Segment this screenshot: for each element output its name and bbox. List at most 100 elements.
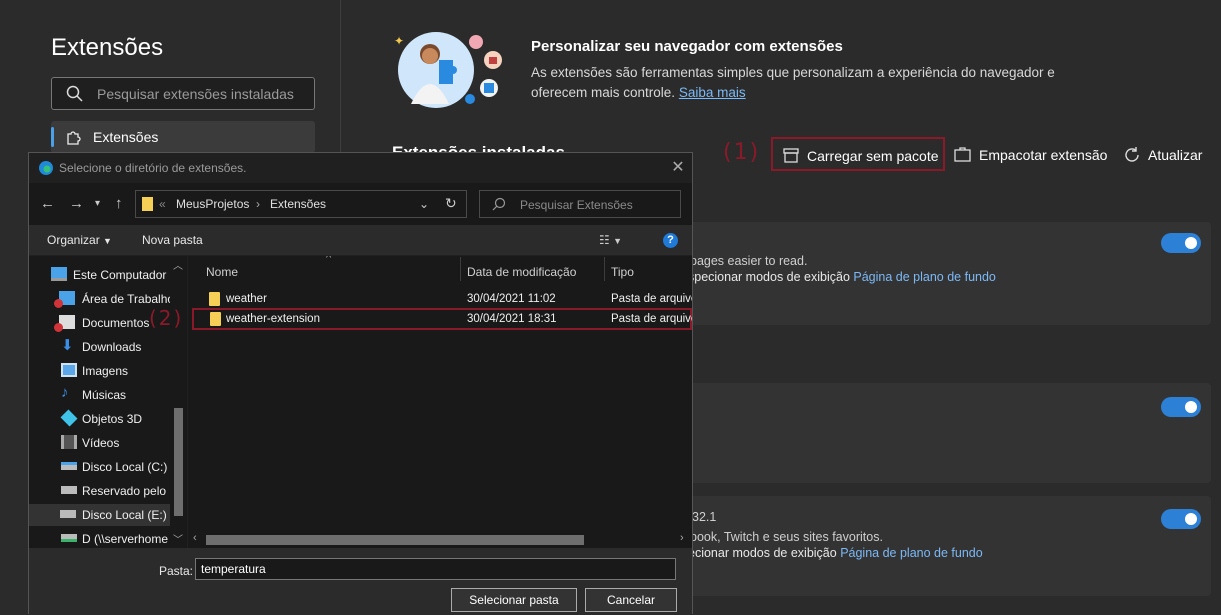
pack-extension-label: Empacotar extensão <box>979 147 1108 163</box>
file-name: weather-extension <box>226 313 320 325</box>
scroll-up-icon[interactable]: ︿ <box>173 257 183 272</box>
scrollbar-thumb[interactable] <box>206 535 584 545</box>
search-placeholder: Pesquisar extensões instaladas <box>97 86 294 102</box>
column-divider[interactable] <box>460 257 461 281</box>
sidebar-item-extensions[interactable]: Extensões <box>51 121 315 153</box>
column-header-name[interactable]: Nome <box>206 265 238 279</box>
background-page-link[interactable]: Página de plano de fundo <box>840 546 983 560</box>
nav-item-label: Vídeos <box>82 436 120 450</box>
view-options-icon[interactable]: ☷ ▼ <box>599 233 622 247</box>
selection-indicator <box>51 127 54 147</box>
navigation-scrollbar[interactable]: ︿ ﹀ <box>170 256 187 548</box>
step-marker-2: (2) <box>149 306 184 330</box>
folder-icon <box>142 197 153 211</box>
column-header-type[interactable]: Tipo <box>611 265 634 279</box>
dialog-titlebar: Selecione o diretório de extensões. ✕ <box>29 153 692 183</box>
nav-item-label: Este Computador <box>73 268 167 282</box>
recent-locations-chevron-icon[interactable]: ▾ <box>95 198 100 209</box>
nav-item-3d-objects[interactable]: Objetos 3D <box>51 408 187 430</box>
learn-more-link[interactable]: Saiba mais <box>679 85 746 100</box>
extension-inspect: ecionar modos de exibição Página de plan… <box>688 546 983 560</box>
nav-item-this-pc[interactable]: Este Computador <box>51 264 187 286</box>
dialog-search-input[interactable]: Pesquisar Extensões <box>479 190 681 218</box>
dialog-navigation-bar: ← → ▾ ↑ « MeusProjetos › Extensões ⌄ ↻ P… <box>29 183 692 225</box>
computer-icon <box>51 267 67 281</box>
new-folder-button[interactable]: Nova pasta <box>142 233 203 247</box>
load-unpacked-button[interactable]: Carregar sem pacote <box>771 137 945 171</box>
file-row[interactable]: weather 30/04/2021 11:02 Pasta de arquiv… <box>193 288 692 310</box>
drive-icon <box>61 462 77 470</box>
background-page-link[interactable]: Página de plano de fundo <box>853 270 996 284</box>
nav-item-drive-e[interactable]: Disco Local (E:) <box>29 504 173 526</box>
sidebar-item-label: Extensões <box>93 129 159 145</box>
file-type: Pasta de arquivo <box>611 293 692 305</box>
address-bar[interactable]: « MeusProjetos › Extensões ⌄ ↻ <box>135 190 467 218</box>
file-list: ^ Nome Data de modificação Tipo weather … <box>188 256 692 548</box>
file-row-highlighted[interactable]: weather-extension 30/04/2021 18:31 Pasta… <box>192 308 692 330</box>
folder-picker-dialog: Selecione o diretório de extensões. ✕ ← … <box>28 152 693 615</box>
nav-item-drive-c[interactable]: Disco Local (C:) <box>51 456 187 478</box>
extension-card: pages easier to read. spe­cionar modos d… <box>680 222 1211 325</box>
select-folder-button[interactable]: Selecionar pasta <box>451 588 577 612</box>
nav-item-music[interactable]: ♪ Músicas <box>51 384 187 406</box>
nav-item-label: Documentos <box>82 316 150 330</box>
dialog-footer: Pasta: temperatura Selecionar pasta Canc… <box>29 548 692 615</box>
dialog-title: Selecione o diretório de extensões. <box>59 161 247 175</box>
pictures-icon <box>61 363 77 377</box>
nav-item-videos[interactable]: Vídeos <box>51 432 187 454</box>
help-icon[interactable]: ? <box>663 233 678 248</box>
refresh-icon[interactable]: ↻ <box>445 195 457 212</box>
file-type: Pasta de arquivo <box>611 313 692 325</box>
scroll-left-icon[interactable]: ‹ <box>193 532 197 544</box>
downloads-icon: ⬇ <box>61 337 74 354</box>
scrollbar-thumb[interactable] <box>174 408 183 516</box>
organize-menu[interactable]: Organizar ▼ <box>47 233 112 247</box>
scroll-down-icon[interactable]: ﹀ <box>173 531 183 546</box>
navigation-pane: Este Computador Área de Trabalho Documen… <box>29 256 187 548</box>
nav-item-network-drive[interactable]: D (\\serverhome <box>51 528 187 548</box>
page-description: As extensões são ferramentas simples que… <box>531 63 1071 103</box>
nav-item-label: Disco Local (E:) <box>82 508 167 522</box>
page-title: Personalizar seu navegador com extensões <box>531 38 843 55</box>
back-arrow-icon[interactable]: ← <box>40 195 55 212</box>
box-icon <box>783 148 799 163</box>
breadcrumb-extensoes[interactable]: Extensões <box>270 197 326 211</box>
chevron-down-icon: ▼ <box>103 236 112 246</box>
extension-card <box>680 383 1211 483</box>
description-text: As extensões são ferramentas simples que… <box>531 65 1055 100</box>
extension-version: 32.1 <box>692 510 717 524</box>
up-arrow-icon[interactable]: ↑ <box>115 195 123 212</box>
sort-ascending-icon: ^ <box>326 256 332 264</box>
column-header-date[interactable]: Data de modificação <box>467 265 576 279</box>
forward-arrow-icon[interactable]: → <box>69 195 84 212</box>
file-date: 30/04/2021 18:31 <box>467 313 557 325</box>
nav-item-reserved[interactable]: Reservado pelo S <box>51 480 187 502</box>
column-divider[interactable] <box>604 257 605 281</box>
puzzle-icon <box>67 131 81 145</box>
overflow-chevron-icon[interactable]: « <box>159 197 166 211</box>
pack-icon <box>954 147 971 162</box>
inspect-text: spe­cionar modos de exibição <box>688 270 850 284</box>
folder-icon <box>210 312 221 326</box>
cancel-button[interactable]: Cancelar <box>585 588 677 612</box>
breadcrumb-meusprojetos[interactable]: MeusProjetos <box>176 197 249 211</box>
scroll-right-icon[interactable]: › <box>680 532 684 544</box>
refresh-label: Atualizar <box>1148 147 1203 163</box>
folder-name-field[interactable]: temperatura <box>195 558 676 580</box>
extension-search-input[interactable]: Pesquisar extensões instaladas <box>51 77 315 110</box>
dialog-toolbar: Organizar ▼ Nova pasta ☷ ▼ ? <box>29 225 692 255</box>
extension-toggle[interactable] <box>1161 397 1201 417</box>
chevron-down-icon[interactable]: ⌄ <box>419 197 429 211</box>
extension-toggle[interactable] <box>1161 509 1201 529</box>
extensions-illustration: ✦ <box>394 32 502 108</box>
objects3d-icon <box>60 409 78 427</box>
close-icon[interactable]: ✕ <box>669 159 687 177</box>
nav-item-pictures[interactable]: Imagens <box>51 360 187 382</box>
drive-icon <box>61 486 77 494</box>
extension-toggle[interactable] <box>1161 233 1201 253</box>
file-name: weather <box>226 293 267 305</box>
edge-icon <box>39 161 53 175</box>
nav-item-downloads[interactable]: ⬇ Downloads <box>51 336 187 358</box>
horizontal-scrollbar[interactable]: ‹ › <box>188 531 692 548</box>
nav-item-label: Músicas <box>82 388 127 402</box>
